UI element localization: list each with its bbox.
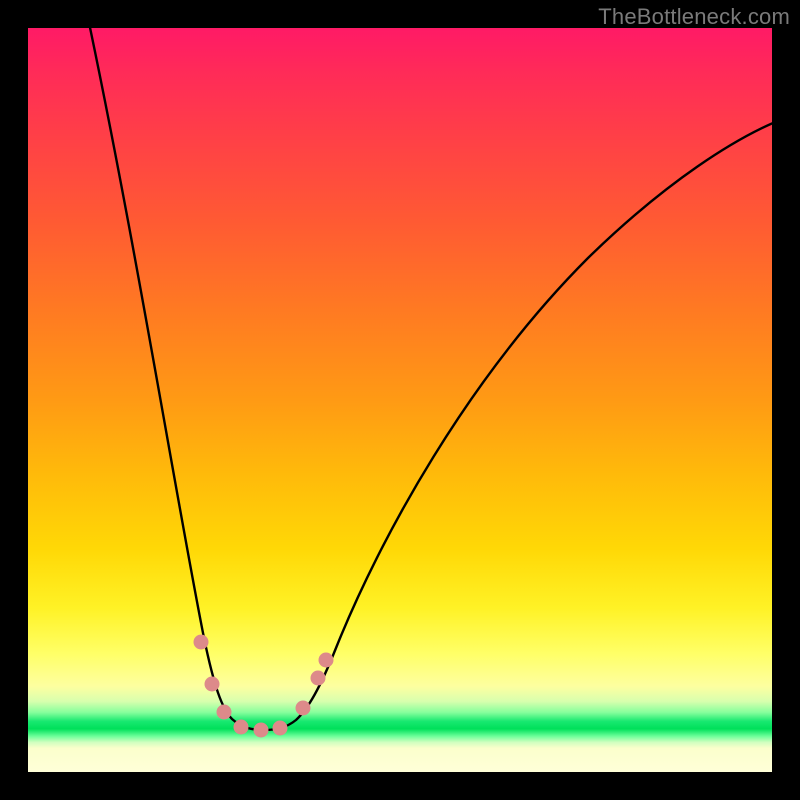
plot-area bbox=[28, 28, 772, 772]
curve-layer bbox=[28, 28, 772, 772]
curve-marker bbox=[217, 705, 232, 720]
curve-marker bbox=[205, 677, 220, 692]
curve-marker bbox=[311, 671, 326, 686]
chart-frame: TheBottleneck.com bbox=[0, 0, 800, 800]
watermark-text: TheBottleneck.com bbox=[598, 4, 790, 30]
marker-group bbox=[194, 635, 334, 738]
curve-marker bbox=[254, 723, 269, 738]
curve-marker bbox=[319, 653, 334, 668]
curve-marker bbox=[273, 721, 288, 736]
bottleneck-curve bbox=[88, 28, 772, 730]
curve-marker bbox=[194, 635, 209, 650]
curve-marker bbox=[296, 701, 311, 716]
curve-marker bbox=[234, 720, 249, 735]
